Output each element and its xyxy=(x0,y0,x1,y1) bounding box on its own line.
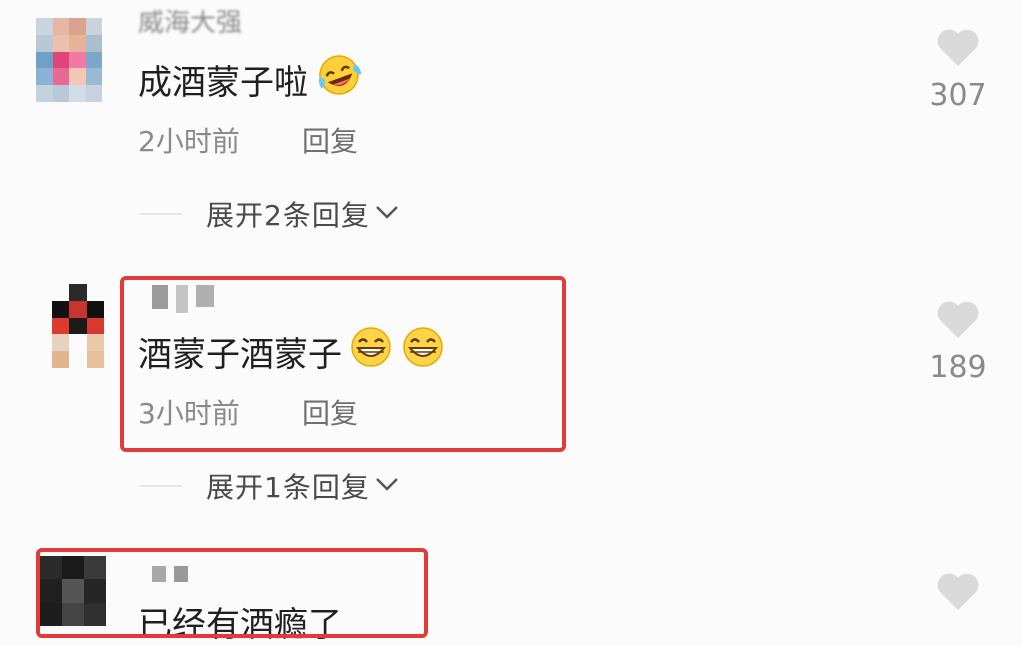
username[interactable]: 威海大强 xyxy=(138,10,242,38)
divider xyxy=(140,485,182,487)
like-count: 307 xyxy=(929,78,987,113)
chevron-down-icon xyxy=(370,202,400,226)
like-count: 189 xyxy=(929,350,987,385)
expand-replies-button[interactable]: 展开2条回复 xyxy=(140,194,400,234)
avatar[interactable] xyxy=(36,18,102,102)
highlight-box xyxy=(36,548,428,638)
comment-time: 2小时前 xyxy=(138,125,240,158)
heart-icon[interactable] xyxy=(935,572,981,612)
reply-button[interactable]: 回复 xyxy=(302,120,358,160)
expand-replies-label: 展开1条回复 xyxy=(206,471,370,504)
expand-replies-button[interactable]: 展开1条回复 xyxy=(140,466,400,506)
laughing-tears-emoji-icon xyxy=(314,52,364,107)
highlight-box xyxy=(120,276,566,452)
chevron-down-icon xyxy=(370,474,400,498)
expand-replies-label: 展开2条回复 xyxy=(206,199,370,232)
heart-icon[interactable] xyxy=(935,300,981,340)
avatar[interactable] xyxy=(52,284,104,368)
heart-icon[interactable] xyxy=(935,28,981,68)
comment-text-label: 成酒蒙子啦 xyxy=(138,62,308,103)
divider xyxy=(140,213,182,215)
comment-text: 成酒蒙子啦 xyxy=(138,54,364,104)
